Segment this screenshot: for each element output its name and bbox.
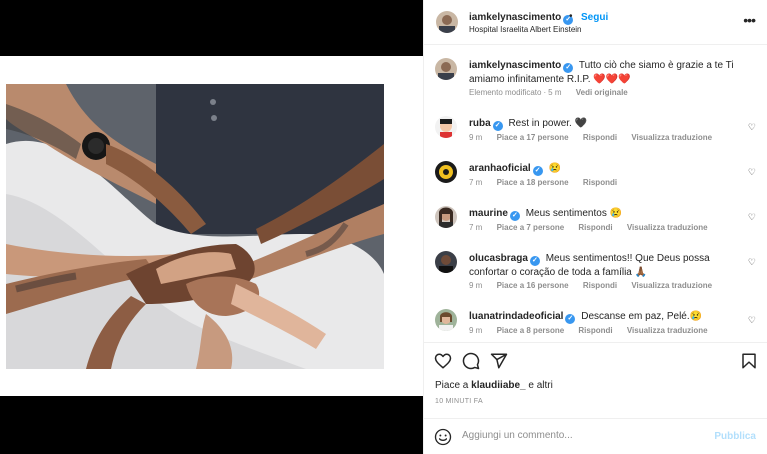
edited-label: Elemento modificato <box>469 88 542 97</box>
comment-likes[interactable]: Piace a 16 persone <box>497 281 569 290</box>
comment-age: 7 m <box>469 223 483 232</box>
caption-username[interactable]: iamkelynascimento ✓ <box>469 60 574 73</box>
reply-button[interactable]: Rispondi <box>583 133 617 142</box>
comment-age: 7 m <box>469 178 483 187</box>
commenter-avatar[interactable] <box>435 116 457 138</box>
comments-list[interactable]: iamkelynascimento ✓ Tutto ciò che siamo è… <box>424 46 767 342</box>
comment-meta: 7 m Piace a 7 persone Rispondi Visualizz… <box>469 223 720 232</box>
comment-age: 9 m <box>469 281 483 290</box>
commenter-avatar[interactable] <box>435 161 457 183</box>
caption-avatar[interactable] <box>435 58 457 80</box>
likes-summary[interactable]: Piace a klaudiiabe_ e altri <box>435 380 553 391</box>
verified-badge-icon: ✓ <box>565 314 576 324</box>
comment-age: 9 m <box>469 326 483 335</box>
comment-meta: 7 m Piace a 18 persone Rispondi <box>469 178 629 187</box>
photo-hands-stacked <box>6 84 384 369</box>
author-username[interactable]: iamkelynascimento ✓ <box>469 12 574 25</box>
see-original-link[interactable]: Vedi originale <box>576 88 628 97</box>
likes-user[interactable]: klaudiiabe_ <box>471 380 525 391</box>
post-timestamp[interactable]: 10 MINUTI FA <box>435 398 483 405</box>
comment-meta: 9 m Piace a 8 persone Rispondi Visualizz… <box>469 326 720 335</box>
comment-text: olucasbraga ✓ Meus sentimentos!! Que Deus… <box>469 252 734 279</box>
reply-button[interactable]: Rispondi <box>583 281 617 290</box>
comment-text: maurine ✓ Meus sentimentos 😢 <box>469 207 734 221</box>
commenter-avatar[interactable] <box>435 251 457 273</box>
bookmark-icon[interactable] <box>740 352 758 370</box>
post-photo[interactable] <box>6 84 384 369</box>
post-media-area <box>0 0 423 454</box>
comment-body: Descanse em paz, Pelé.😢 <box>581 311 703 322</box>
translate-button[interactable]: Visualizza traduzione <box>631 133 712 142</box>
comment-likes[interactable]: Piace a 18 persone <box>497 178 569 187</box>
comment-likes[interactable]: Piace a 8 persone <box>497 326 565 335</box>
post-actions: Piace a klaudiiabe_ e altri 10 MINUTI FA <box>424 342 767 418</box>
comment-composer: Pubblica <box>424 418 767 454</box>
verified-badge-icon: ✓ <box>563 63 574 73</box>
meta-dot: · <box>543 88 547 97</box>
commenter-username[interactable]: ruba ✓ <box>469 118 503 131</box>
comment-icon[interactable] <box>462 352 480 370</box>
comment-body: 😢 <box>548 163 561 174</box>
caption-text: iamkelynascimento ✓ Tutto ciò che siamo è… <box>469 59 734 86</box>
likes-suffix[interactable]: e altri <box>528 380 552 391</box>
verified-badge-icon: ✓ <box>532 166 543 176</box>
verified-badge-icon: ✓ <box>509 211 520 221</box>
translate-button[interactable]: Visualizza traduzione <box>627 223 708 232</box>
comment-input[interactable] <box>462 430 702 441</box>
reply-button[interactable]: Rispondi <box>578 326 612 335</box>
comment-body: Meus sentimentos 😢 <box>525 208 623 219</box>
heart-icon[interactable] <box>434 352 452 370</box>
heart-icon[interactable]: ♡ <box>748 315 756 326</box>
follow-separator: • <box>569 11 573 22</box>
comment-text: ruba ✓ Rest in power. 🖤 <box>469 117 734 131</box>
commenter-username[interactable]: olucasbraga ✓ <box>469 253 540 266</box>
verified-badge-icon: ✓ <box>492 121 503 131</box>
heart-icon[interactable]: ♡ <box>748 167 756 178</box>
verified-badge-icon: ✓ <box>529 256 540 266</box>
commenter-username[interactable]: aranhaoficial ✓ <box>469 163 543 176</box>
post-location[interactable]: Hospital Israelita Albert Einstein <box>469 25 582 34</box>
commenter-avatar[interactable] <box>435 309 457 331</box>
commenter-avatar[interactable] <box>435 206 457 228</box>
reply-button[interactable]: Rispondi <box>578 223 612 232</box>
publish-button[interactable]: Pubblica <box>714 431 756 442</box>
caption-meta: Elemento modificato · 5 m Vedi originale <box>469 88 628 97</box>
post-header: iamkelynascimento ✓ • Segui Hospital Isra… <box>424 0 767 45</box>
paper-plane-icon[interactable] <box>490 352 508 370</box>
heart-icon[interactable]: ♡ <box>748 212 756 223</box>
comment-text: luanatrindadeoficial ✓ Descanse em paz, P… <box>469 310 734 324</box>
follow-button[interactable]: Segui <box>581 12 608 23</box>
heart-icon[interactable]: ♡ <box>748 122 756 133</box>
comment-likes[interactable]: Piace a 17 persone <box>497 133 569 142</box>
comment-body: Rest in power. 🖤 <box>508 118 588 129</box>
comment-text: aranhaoficial ✓ 😢 <box>469 162 734 176</box>
translate-button[interactable]: Visualizza traduzione <box>627 326 708 335</box>
translate-button[interactable]: Visualizza traduzione <box>631 281 712 290</box>
post-panel: iamkelynascimento ✓ • Segui Hospital Isra… <box>423 0 767 454</box>
comment-meta: 9 m Piace a 16 persone Rispondi Visualiz… <box>469 281 724 290</box>
more-options-icon[interactable]: ••• <box>743 12 756 28</box>
caption-age: 5 m <box>548 88 562 97</box>
comment-age: 9 m <box>469 133 483 142</box>
comment-meta: 9 m Piace a 17 persone Rispondi Visualiz… <box>469 133 724 142</box>
commenter-username[interactable]: maurine ✓ <box>469 208 520 221</box>
likes-prefix: Piace a <box>435 380 469 391</box>
heart-icon[interactable]: ♡ <box>748 257 756 268</box>
reply-button[interactable]: Rispondi <box>583 178 617 187</box>
comment-likes[interactable]: Piace a 7 persone <box>497 223 565 232</box>
smiley-icon[interactable] <box>434 428 452 446</box>
author-avatar[interactable] <box>436 11 458 33</box>
commenter-username[interactable]: luanatrindadeoficial ✓ <box>469 311 576 324</box>
